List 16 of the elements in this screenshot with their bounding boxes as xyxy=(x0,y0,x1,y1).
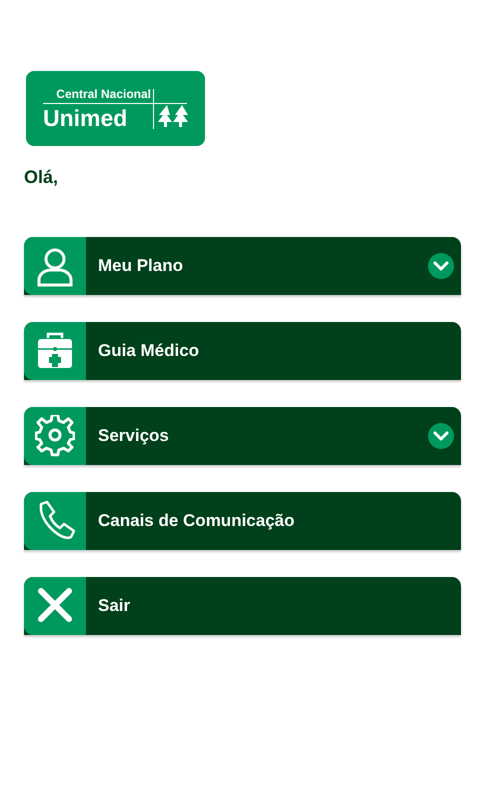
menu-item[interactable]: Canais de Comunicação xyxy=(24,492,461,550)
menu-label: Serviços xyxy=(98,426,170,446)
logo-text: Central Nacional xyxy=(56,87,151,101)
greeting: Olá, xyxy=(24,167,60,187)
settings-icon xyxy=(35,415,75,457)
logo-text: Unimed xyxy=(43,106,128,130)
menu-item[interactable]: Meu Plano xyxy=(24,237,461,295)
menu-item[interactable]: Sair xyxy=(24,577,461,635)
chevron-down-icon[interactable] xyxy=(428,423,454,449)
menu-label: Canais de Comunicação xyxy=(98,511,296,531)
menu-item[interactable]: Serviços xyxy=(24,407,461,465)
menu-label: Guia Médico xyxy=(98,341,200,361)
menu-label: Meu Plano xyxy=(98,256,184,276)
chevron-down-icon[interactable] xyxy=(428,253,454,279)
menu-item[interactable]: Guia Médico xyxy=(24,322,461,380)
menu-label: Sair xyxy=(98,596,132,616)
